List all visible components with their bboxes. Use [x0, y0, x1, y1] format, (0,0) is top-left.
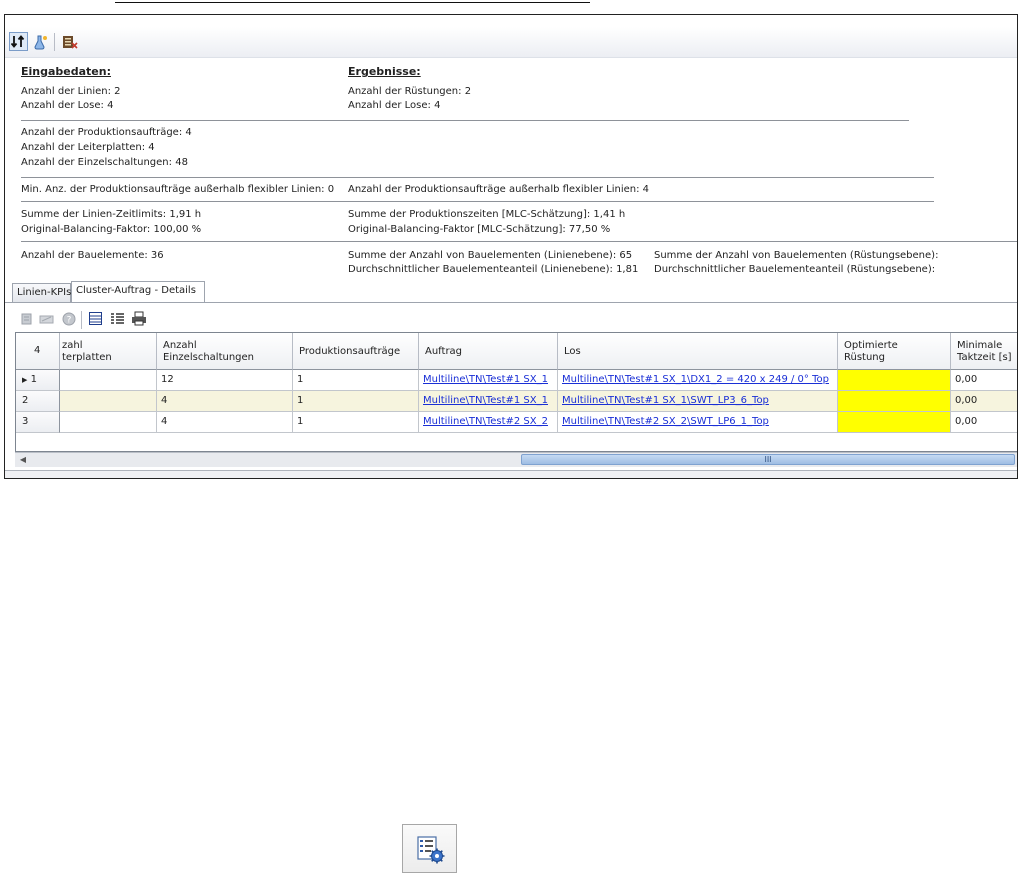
table-row[interactable]: 3 4 1 Multiline\TN\Test#2 SX_2 Multiline… — [16, 412, 1017, 433]
results-header: Ergebnisse: — [348, 65, 421, 78]
cell-minimale-taktzeit[interactable]: 0,00 — [951, 412, 1017, 433]
cell-los: Multiline\TN\Test#2 SX_2\SWT_LP6_1_Top — [558, 412, 838, 433]
column-header-produktionsauftraege[interactable]: Produktionsaufträge — [293, 333, 419, 370]
report-icon[interactable] — [60, 32, 79, 51]
kpi-min-orders-outside-flexible: Min. Anz. der Produktionsaufträge außerh… — [21, 184, 335, 195]
cell-produktionsauftraege[interactable]: 1 — [293, 370, 419, 391]
cell-auftrag: Multiline\TN\Test#1 SX_1 — [419, 391, 558, 412]
column-header-leiterplatten[interactable]: zahl terplatten — [60, 333, 157, 370]
settings-list-icon[interactable] — [402, 824, 457, 873]
auftrag-link[interactable]: Multiline\TN\Test#1 SX_1 — [423, 395, 548, 406]
cell-produktionsauftraege[interactable]: 1 — [293, 412, 419, 433]
cell-optimierte-ruestung[interactable] — [838, 391, 951, 412]
top-rule — [115, 2, 590, 3]
los-link[interactable]: Multiline\TN\Test#1 SX_1\DX1_2 = 420 x 2… — [562, 374, 829, 385]
row-number: ▶ 1 — [16, 370, 60, 391]
main-toolbar — [5, 27, 1017, 58]
move-icon[interactable] — [18, 310, 35, 327]
kpi-circuit-boards: Anzahl der Leiterplatten: 4 — [21, 142, 155, 153]
kpi-production-times: Summe der Produktionszeiten [MLC-Schätzu… — [348, 209, 626, 220]
kpi-balancing-factor: Original-Balancing-Faktor: 100,00 % — [21, 224, 202, 235]
kpi-orders-outside-flexible: Anzahl der Produktionsaufträge außerhalb… — [348, 184, 650, 195]
svg-text:?: ? — [66, 315, 71, 325]
cell-leiterplatten[interactable] — [60, 370, 157, 391]
scrollbar-thumb[interactable]: III — [521, 454, 1015, 465]
cell-los: Multiline\TN\Test#1 SX_1\DX1_2 = 420 x 2… — [558, 370, 838, 391]
row-count-header: 4 — [16, 333, 60, 370]
toolbar-separator — [54, 33, 55, 51]
cell-auftrag: Multiline\TN\Test#2 SX_2 — [419, 412, 558, 433]
kpi-component-share-setup-level: Durchschnittlicher Bauelementeanteil (Rü… — [654, 264, 936, 275]
grid-icon[interactable] — [109, 310, 126, 327]
tab-baseline — [5, 302, 1017, 303]
kpi-lot-count: Anzahl der Lose: 4 — [21, 100, 114, 111]
kpi-line-count: Anzahl der Linien: 2 — [21, 86, 121, 97]
kpi-single-circuits: Anzahl der Einzelschaltungen: 48 — [21, 157, 188, 168]
row-number: 2 — [16, 391, 60, 412]
input-data-header: Eingabedaten: — [21, 65, 111, 78]
divider — [21, 201, 934, 202]
cell-minimale-taktzeit[interactable]: 0,00 — [951, 391, 1017, 412]
column-header-minimale-taktzeit[interactable]: Minimale Taktzeit [s] — [951, 333, 1017, 370]
los-link[interactable]: Multiline\TN\Test#2 SX_2\SWT_LP6_1_Top — [562, 416, 769, 427]
tab-linien-kpis[interactable]: Linien-KPIs — [12, 283, 71, 302]
row-number: 3 — [16, 412, 60, 433]
kpi-component-count: Anzahl der Bauelemente: 36 — [21, 250, 164, 261]
cell-einzelschaltungen[interactable]: 12 — [157, 370, 293, 391]
cell-minimale-taktzeit[interactable]: 0,00 — [951, 370, 1017, 391]
edit-icon[interactable] — [38, 310, 55, 327]
application-window: Eingabedaten: Ergebnisse: Anzahl der Lin… — [4, 14, 1018, 479]
print-icon[interactable] — [130, 310, 147, 327]
kpi-components-line-level: Summe der Anzahl von Bauelementen (Linie… — [348, 250, 633, 261]
auftrag-link[interactable]: Multiline\TN\Test#2 SX_2 — [423, 416, 548, 427]
table-row[interactable]: ▶ 1 12 1 Multiline\TN\Test#1 SX_1 Multil… — [16, 370, 1017, 391]
column-header-auftrag[interactable]: Auftrag — [419, 333, 558, 370]
column-header-los[interactable]: Los — [558, 333, 838, 370]
help-icon[interactable]: ? — [60, 310, 77, 327]
toolbar-separator — [81, 311, 82, 329]
cluster-order-grid: 4 zahl terplatten Anzahl Einzelschaltung… — [15, 332, 1017, 452]
current-row-indicator: ▶ — [22, 376, 28, 384]
cell-optimierte-ruestung[interactable] — [838, 370, 951, 391]
kpi-result-lot-count: Anzahl der Lose: 4 — [348, 100, 441, 111]
cell-leiterplatten[interactable] — [60, 412, 157, 433]
auftrag-link[interactable]: Multiline\TN\Test#1 SX_1 — [423, 374, 548, 385]
divider — [21, 120, 909, 121]
divider — [21, 177, 934, 178]
cell-optimierte-ruestung[interactable] — [838, 412, 951, 433]
scroll-left-icon[interactable]: ◀ — [17, 454, 29, 465]
cell-los: Multiline\TN\Test#1 SX_1\SWT_LP3_6_Top — [558, 391, 838, 412]
table-row[interactable]: 2 4 1 Multiline\TN\Test#1 SX_1 Multiline… — [16, 391, 1017, 412]
kpi-line-time-limits: Summe der Linien-Zeitlimits: 1,91 h — [21, 209, 202, 220]
cell-leiterplatten[interactable] — [60, 391, 157, 412]
cell-auftrag: Multiline\TN\Test#1 SX_1 — [419, 370, 558, 391]
kpi-production-orders: Anzahl der Produktionsaufträge: 4 — [21, 127, 192, 138]
column-header-optimierte-ruestung[interactable]: Optimierte Rüstung — [838, 333, 951, 370]
grid-toolbar: ? — [5, 307, 1017, 329]
los-link[interactable]: Multiline\TN\Test#1 SX_1\SWT_LP3_6_Top — [562, 395, 769, 406]
kpi-component-share-line-level: Durchschnittlicher Bauelementeanteil (Li… — [348, 264, 639, 275]
sort-icon[interactable] — [9, 32, 28, 51]
horizontal-scrollbar[interactable]: ◀ III — [15, 452, 1017, 467]
cell-produktionsauftraege[interactable]: 1 — [293, 391, 419, 412]
cell-einzelschaltungen[interactable]: 4 — [157, 391, 293, 412]
tab-cluster-auftrag-details[interactable]: Cluster-Auftrag - Details — [71, 281, 205, 302]
columns-icon[interactable] — [87, 310, 104, 327]
kpi-balancing-factor-mlc: Original-Balancing-Faktor [MLC-Schätzung… — [348, 224, 611, 235]
status-strip — [5, 470, 1017, 478]
divider — [21, 241, 1017, 242]
kpi-setup-count: Anzahl der Rüstungen: 2 — [348, 86, 472, 97]
kpi-components-setup-level: Summe der Anzahl von Bauelementen (Rüstu… — [654, 250, 939, 261]
cell-einzelschaltungen[interactable]: 4 — [157, 412, 293, 433]
flask-icon[interactable] — [31, 32, 50, 51]
column-header-einzelschaltungen[interactable]: Anzahl Einzelschaltungen — [157, 333, 293, 370]
